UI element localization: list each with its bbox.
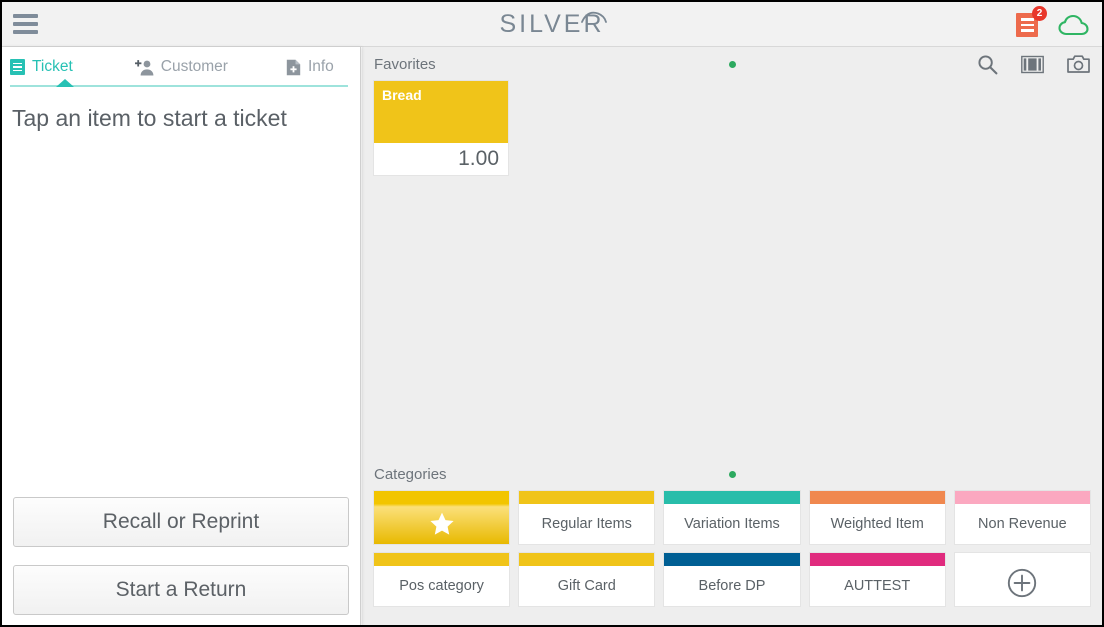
receipt-line [1020, 23, 1034, 27]
favorites-title: Favorites [374, 55, 436, 73]
category-tile-variation-items[interactable]: Variation Items [664, 491, 800, 544]
favorite-item-name: Bread [374, 81, 508, 143]
category-tile-regular-items[interactable]: Regular Items [519, 491, 655, 544]
category-stripe [664, 491, 800, 504]
ticket-panel: Ticket Customer Info Tap an item to star… [2, 47, 361, 625]
category-stripe [809, 491, 945, 504]
ticket-actions: Recall or Reprint Start a Return [2, 497, 360, 615]
catalog-panel: Favorites Bread 1.00 Categories Regular … [362, 47, 1102, 625]
category-label: Non Revenue [978, 516, 1067, 532]
category-label: Regular Items [541, 516, 632, 532]
logo-text: SILVER [499, 10, 605, 38]
star-icon [429, 512, 454, 535]
category-tile-non-revenue[interactable]: Non Revenue [954, 491, 1090, 544]
category-label: Before DP [698, 578, 766, 594]
receipt-line [1020, 29, 1034, 32]
hamburger-bar [12, 22, 38, 26]
category-stripe [374, 491, 509, 504]
category-stripe [519, 553, 655, 566]
category-stripe [664, 553, 800, 566]
category-label [955, 559, 1090, 606]
cloud-icon[interactable] [1058, 13, 1090, 37]
category-label [374, 504, 509, 544]
receipt-line [1020, 18, 1034, 21]
category-tile-pos-category[interactable]: Pos category [374, 553, 510, 606]
categories-title: Categories [374, 465, 447, 483]
favorites-grid: Bread 1.00 [362, 81, 1102, 481]
category-stripe [374, 553, 510, 566]
logo-roof-icon [580, 11, 607, 23]
categories-grid: Regular Items Variation Items Weighted I… [362, 491, 1102, 612]
ticket-line [13, 62, 22, 65]
tab-info[interactable]: Info [286, 47, 334, 87]
category-tile-favorites[interactable] [374, 491, 510, 544]
ticket-line [13, 69, 22, 72]
tab-active-caret [56, 79, 74, 87]
search-icon[interactable] [977, 54, 998, 75]
info-document-icon [286, 59, 301, 75]
hamburger-icon[interactable] [2, 2, 48, 47]
page-dot [728, 60, 736, 68]
top-bar: SILVER 2 [2, 2, 1102, 47]
favorite-item-tile[interactable]: Bread 1.00 [374, 81, 508, 175]
category-tile-gift-card[interactable]: Gift Card [519, 553, 655, 606]
category-label: Pos category [399, 578, 484, 594]
pos-app-window: SILVER 2 Ticket Customer Info Tap an ite… [0, 0, 1104, 627]
receipt-icon[interactable]: 2 [1016, 6, 1047, 38]
recall-or-reprint-button[interactable]: Recall or Reprint [13, 497, 349, 547]
ticket-line [13, 66, 22, 68]
category-stripe [954, 491, 1090, 504]
categories-header: Categories [362, 457, 1102, 491]
ticket-icon [10, 59, 25, 75]
category-label: AUTTEST [844, 578, 911, 594]
category-tile-weighted-item[interactable]: Weighted Item [809, 491, 945, 544]
favorite-item-price: 1.00 [374, 143, 508, 175]
page-dot [728, 470, 736, 478]
start-a-return-button[interactable]: Start a Return [13, 565, 349, 615]
favorites-toolbar [977, 47, 1090, 81]
tab-info-label: Info [307, 58, 334, 75]
brand-logo: SILVER [2, 2, 1102, 47]
category-label: Weighted Item [830, 516, 924, 532]
receipt-badge: 2 [1032, 6, 1047, 21]
hamburger-bar [12, 14, 38, 18]
category-tile-auttest[interactable]: AUTTEST [809, 553, 945, 606]
tab-ticket-label: Ticket [32, 58, 73, 75]
categories-page-dots [362, 457, 1102, 491]
category-tile-add-new[interactable] [954, 553, 1090, 606]
category-tile-before-dp[interactable]: Before DP [664, 553, 800, 606]
ticket-tabbar: Ticket Customer Info [2, 47, 360, 87]
category-stripe [519, 491, 655, 504]
barcode-icon[interactable] [1021, 55, 1044, 74]
categories-section: Categories Regular Items Variation Items… [362, 457, 1102, 625]
category-stripe [809, 553, 945, 566]
tab-customer-label: Customer [160, 58, 228, 75]
add-customer-icon [134, 59, 154, 75]
favorites-header: Favorites [362, 47, 1102, 81]
top-bar-actions: 2 [1016, 2, 1090, 47]
ticket-empty-hint: Tap an item to start a ticket [12, 105, 287, 131]
tab-customer[interactable]: Customer [134, 47, 228, 87]
camera-icon[interactable] [1067, 54, 1090, 74]
add-circle-icon [1008, 568, 1037, 597]
category-label: Gift Card [557, 578, 616, 594]
category-label: Variation Items [684, 516, 780, 532]
hamburger-bar [12, 30, 38, 34]
